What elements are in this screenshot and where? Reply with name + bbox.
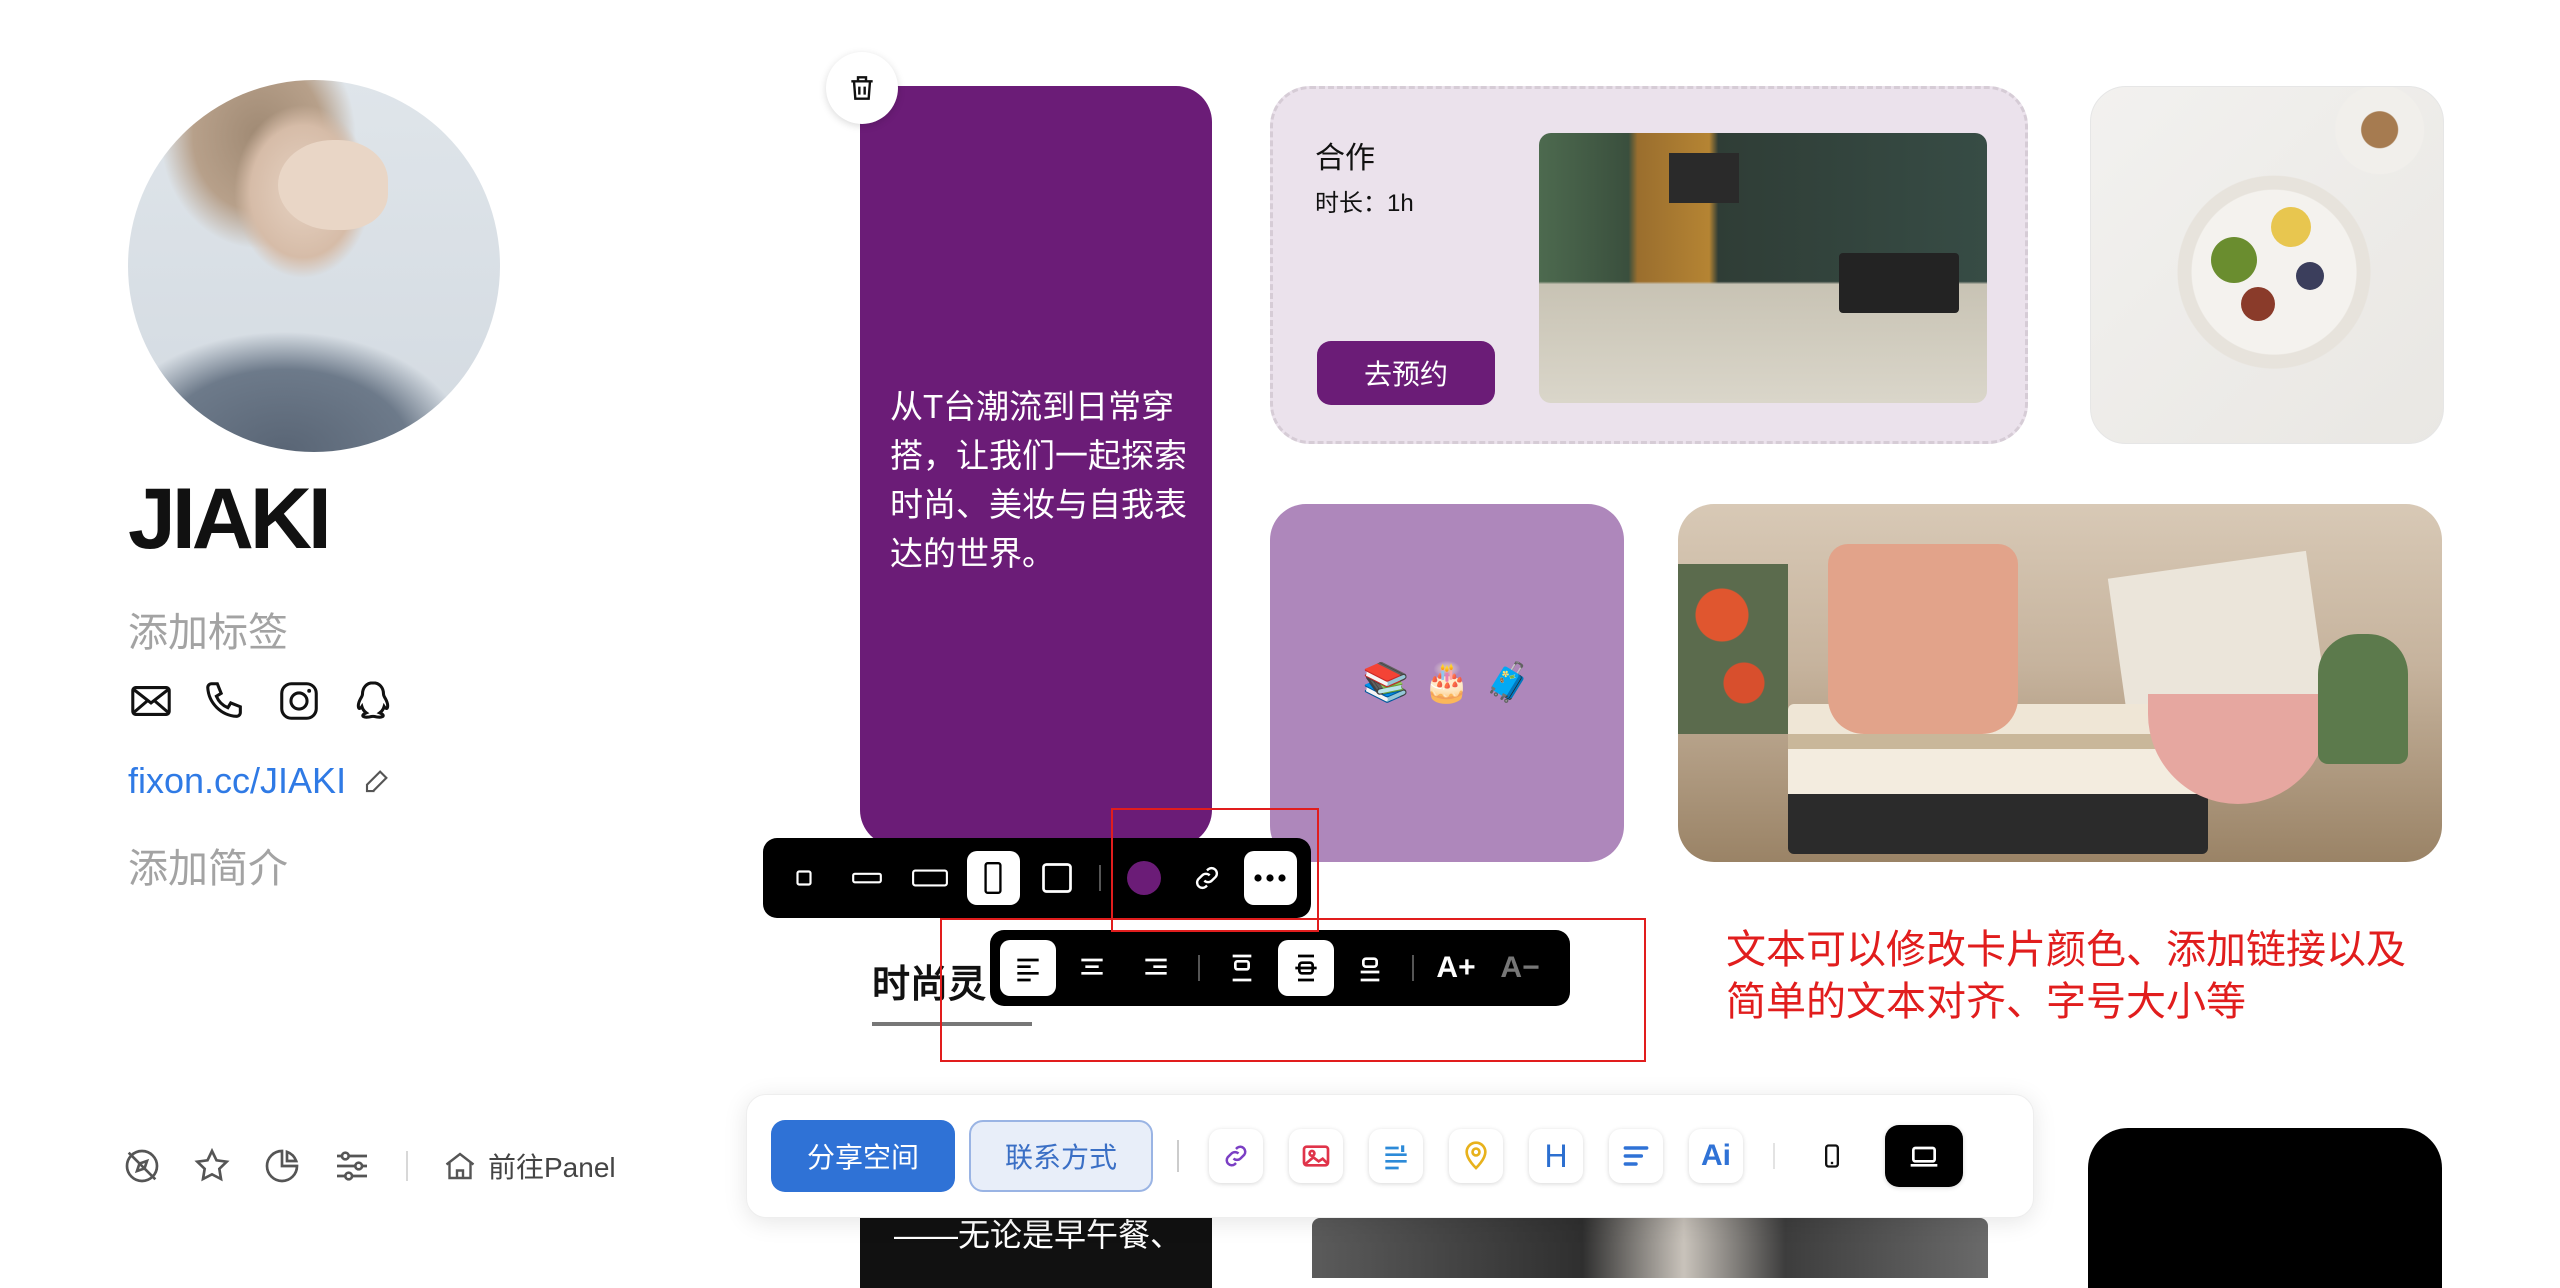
bottom-dock: 分享空间 联系方式 H Ai [746,1094,2034,1218]
edit-icon[interactable] [362,766,392,796]
add-heading-tool[interactable]: H [1529,1129,1583,1183]
instagram-icon[interactable] [276,678,322,724]
highlight-box-text-format [940,918,1646,1062]
books-emoji: 📚 [1362,662,1410,704]
text-icon [1380,1140,1412,1172]
cake-emoji: 🎂 [1423,662,1471,704]
delete-card-button[interactable] [826,52,898,124]
emoji-row: 📚 🎂 🧳 [1362,661,1532,705]
note-icon [1620,1140,1652,1172]
home-icon [442,1148,478,1184]
text-card-content[interactable]: 从T台潮流到日常穿搭，让我们一起探索时尚、美妆与自我表达的世界。 [890,382,1200,578]
add-bio-placeholder[interactable]: 添加简介 [128,836,288,894]
mobile-view-button[interactable] [1805,1129,1859,1183]
desktop-view-button[interactable] [1885,1125,1963,1187]
trash-icon [846,72,878,104]
pie-chart-icon[interactable] [262,1146,302,1186]
mail-icon[interactable] [128,678,174,724]
sliders-icon[interactable] [332,1146,372,1186]
add-note-tool[interactable] [1609,1129,1663,1183]
contact-button[interactable]: 联系方式 [969,1120,1153,1192]
add-link-tool[interactable] [1209,1129,1263,1183]
ai-icon: Ai [1701,1139,1731,1172]
annotation-text: 文本可以修改卡片颜色、添加链接以及简单的文本对齐、字号大小等 [1726,928,2406,1024]
divider [1177,1140,1179,1172]
profile-link-text[interactable]: fixon.cc/JIAKI [128,760,346,802]
divider [406,1151,408,1181]
phone-icon[interactable] [202,678,248,724]
mobile-view-icon [1818,1140,1846,1172]
qq-icon[interactable] [350,678,396,724]
link-icon [1221,1141,1251,1171]
social-links [128,678,396,724]
divider [1773,1143,1775,1169]
luggage-emoji: 🧳 [1484,662,1532,704]
avatar[interactable] [128,80,500,452]
size-wide-button[interactable] [904,851,957,905]
collab-title: 合作 [1315,142,1375,175]
ai-tool[interactable]: Ai [1689,1129,1743,1183]
profile-name[interactable]: JIAKI [128,470,332,569]
heading-icon: H [1544,1137,1568,1174]
text-card[interactable]: 从T台潮流到日常穿搭，让我们一起探索时尚、美妆与自我表达的世界。 [860,86,1212,846]
profile-link[interactable]: fixon.cc/JIAKI [128,760,392,802]
add-location-tool[interactable] [1449,1129,1503,1183]
divider [1099,865,1102,891]
add-text-tool[interactable] [1369,1129,1423,1183]
emoji-card[interactable]: 📚 🎂 🧳 [1270,504,1624,862]
size-large-square-button[interactable] [1030,851,1083,905]
share-space-button[interactable]: 分享空间 [771,1120,955,1192]
location-icon [1460,1140,1492,1172]
size-small-square-button[interactable] [777,851,830,905]
compass-off-icon[interactable] [122,1146,162,1186]
highlight-box-color-link [1111,808,1319,932]
photo-card-bottom[interactable] [1312,1218,1988,1278]
go-to-panel-link[interactable]: 前往Panel [442,1146,616,1186]
size-tall-button[interactable] [966,851,1020,905]
collaboration-card[interactable]: 合作 时长：1h 去预约 [1270,86,2028,444]
bottom-left-bar: 前往Panel [122,1146,616,1186]
star-icon[interactable] [192,1146,232,1186]
collab-duration: 时长：1h [1315,190,1414,217]
book-button[interactable]: 去预约 [1317,341,1495,405]
text-card-bottom[interactable]: ——无论是早午餐、 [860,1208,1212,1288]
image-icon [1300,1140,1332,1172]
add-image-tool[interactable] [1289,1129,1343,1183]
food-image-card[interactable] [2090,86,2444,444]
desktop-view-icon [1906,1140,1942,1172]
size-wide-short-button[interactable] [840,851,893,905]
go-to-panel-label[interactable]: 前往Panel [488,1146,616,1186]
black-card[interactable] [2088,1128,2442,1288]
cup-image-card[interactable] [1678,504,2442,862]
cafe-image [1539,133,1987,403]
add-tag-placeholder[interactable]: 添加标签 [128,600,288,658]
